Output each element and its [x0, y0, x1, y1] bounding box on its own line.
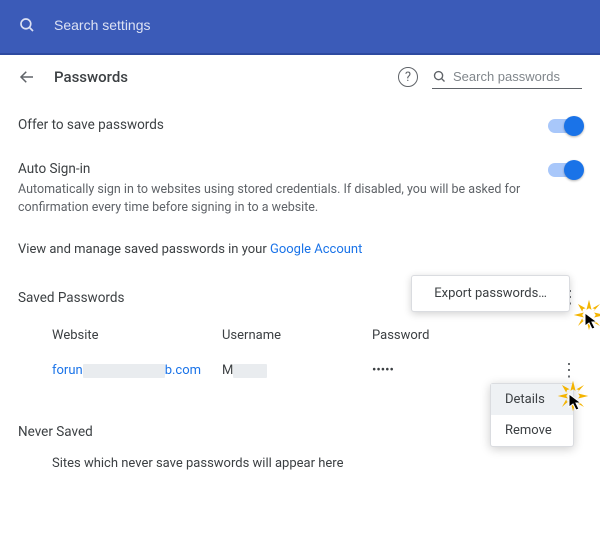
back-arrow-icon[interactable] [18, 68, 36, 86]
cursor-icon [584, 312, 600, 332]
autosign-toggle[interactable] [548, 163, 582, 177]
google-account-link[interactable]: Google Account [270, 242, 362, 257]
row-context-menu: Details Remove [490, 383, 574, 447]
page-title: Passwords [54, 68, 128, 86]
cursor-icon [568, 393, 584, 413]
autosign-label: Auto Sign-in [18, 161, 528, 177]
manage-link-line: View and manage saved passwords in your … [18, 230, 582, 281]
search-icon [432, 69, 447, 84]
ctx-details[interactable]: Details [491, 384, 573, 415]
offer-save-toggle[interactable] [548, 119, 582, 133]
col-website: Website [52, 328, 222, 343]
help-icon[interactable]: ? [398, 67, 418, 87]
col-username: Username [222, 328, 372, 343]
password-search-input[interactable] [447, 65, 582, 88]
col-password: Password [372, 328, 492, 343]
password-masked: ••••• [372, 363, 492, 378]
offer-save-label: Offer to save passwords [18, 117, 528, 133]
settings-search-input[interactable] [52, 16, 582, 34]
username-value: M [222, 363, 372, 378]
row-more-icon[interactable]: ⋮ [560, 360, 578, 381]
ctx-remove[interactable]: Remove [491, 415, 573, 446]
table-row: forunb.com M ••••• ⋮ Details Remove [18, 353, 582, 388]
search-icon [18, 16, 36, 34]
site-link[interactable]: forunb.com [52, 363, 201, 378]
export-passwords-menu-item[interactable]: Export passwords… [411, 275, 570, 312]
saved-passwords-title: Saved Passwords [18, 290, 124, 306]
autosign-desc: Automatically sign in to websites using … [18, 181, 528, 216]
never-saved-msg: Sites which never save passwords will ap… [18, 456, 582, 491]
